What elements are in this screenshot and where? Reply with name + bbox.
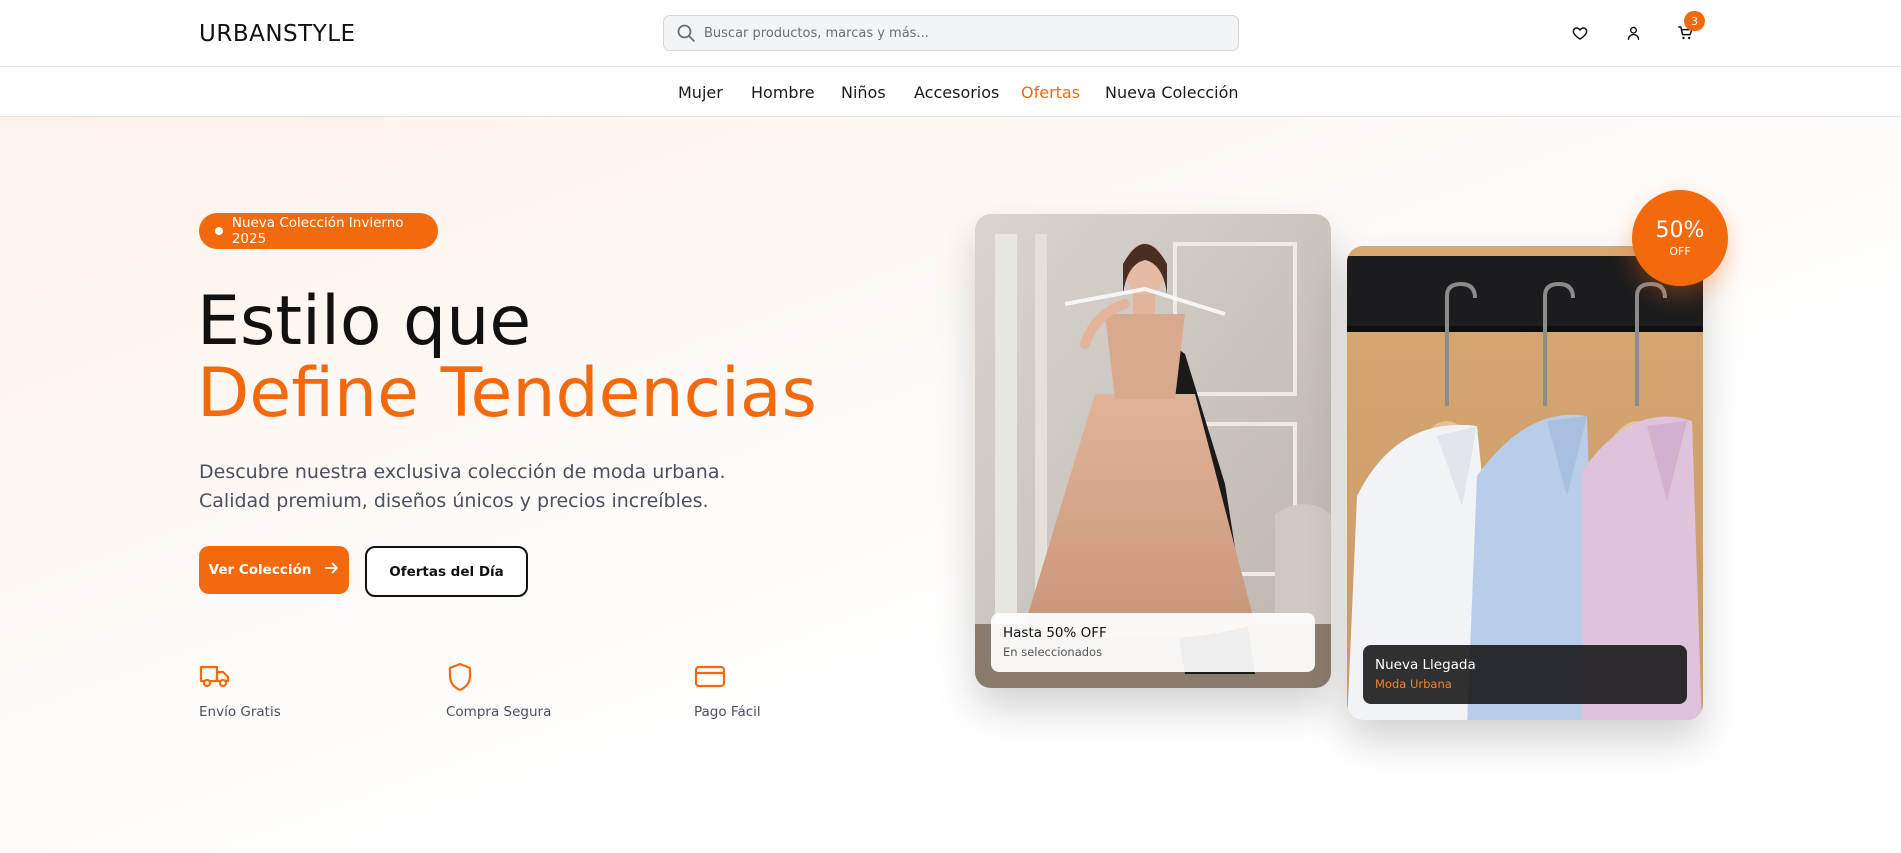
nav-item-mujer[interactable]: Mujer — [678, 83, 723, 102]
nav-item-ninos[interactable]: Niños — [841, 83, 886, 102]
heart-icon[interactable] — [1569, 22, 1591, 44]
arrow-right-icon — [325, 562, 339, 578]
discount-badge: 50% OFF — [1632, 190, 1728, 286]
search-bar[interactable] — [663, 15, 1239, 51]
shirts-new-arrival-card[interactable]: Nueva Llegada Moda Urbana — [1347, 246, 1703, 720]
card-tag-subtitle: Moda Urbana — [1375, 677, 1452, 691]
feature-envio: Envío Gratis — [199, 662, 281, 720]
card-tag-subtitle: En seleccionados — [1003, 645, 1103, 659]
brand-logo[interactable]: URBANSTYLE — [199, 21, 356, 47]
dress-promo-card[interactable]: Hasta 50% OFF En seleccionados — [975, 214, 1331, 688]
feature-pago-facil-label: Pago Fácil — [694, 704, 761, 720]
card-tag-nueva-llegada: Nueva Llegada Moda Urbana — [1363, 645, 1687, 704]
hero-subtitle-line1: Descubre nuestra exclusiva colección de … — [199, 461, 726, 483]
shield-icon — [446, 662, 480, 692]
nav-item-ofertas[interactable]: Ofertas — [1021, 83, 1080, 102]
ofertas-del-dia-button[interactable]: Ofertas del Día — [365, 546, 528, 597]
dot-icon — [215, 227, 223, 235]
credit-card-icon — [694, 662, 728, 692]
ver-coleccion-button[interactable]: Ver Colección — [199, 546, 349, 594]
top-header: URBANSTYLE 3 — [0, 0, 1901, 67]
search-icon — [676, 23, 696, 43]
search-input[interactable] — [704, 25, 1238, 41]
card-tag-title: Hasta 50% OFF — [1003, 625, 1107, 641]
collection-pill-label: Nueva Colección Invierno 2025 — [231, 215, 404, 247]
nav-item-accesorios[interactable]: Accesorios — [914, 83, 999, 102]
discount-label: OFF — [1669, 244, 1691, 258]
card-tag-title: Nueva Llegada — [1375, 657, 1476, 673]
user-icon[interactable] — [1622, 22, 1644, 44]
hero-title-line2: Define Tendencias — [197, 354, 817, 433]
hero-subtitle-line2: Calidad premium, diseños únicos y precio… — [199, 490, 709, 512]
hero-title-line1: Estilo que — [197, 282, 532, 361]
truck-icon — [199, 662, 233, 692]
feature-envio-label: Envío Gratis — [199, 704, 281, 720]
feature-pago-facil: Pago Fácil — [694, 662, 761, 720]
nav-item-nueva-coleccion[interactable]: Nueva Colección — [1105, 83, 1239, 102]
hero-subtitle: Descubre nuestra exclusiva colección de … — [199, 458, 759, 516]
collection-pill: Nueva Colección Invierno 2025 — [199, 213, 438, 249]
cart-count-badge: 3 — [1684, 11, 1705, 31]
feature-compra-segura-label: Compra Segura — [446, 704, 552, 720]
feature-compra-segura: Compra Segura — [446, 662, 551, 720]
card-tag-hasta-50: Hasta 50% OFF En seleccionados — [991, 613, 1315, 672]
main-nav: Mujer Hombre Niños Accesorios Ofertas Nu… — [0, 67, 1901, 117]
nav-item-hombre[interactable]: Hombre — [751, 83, 815, 102]
discount-value: 50% — [1655, 217, 1705, 243]
ver-coleccion-label: Ver Colección — [208, 562, 312, 578]
